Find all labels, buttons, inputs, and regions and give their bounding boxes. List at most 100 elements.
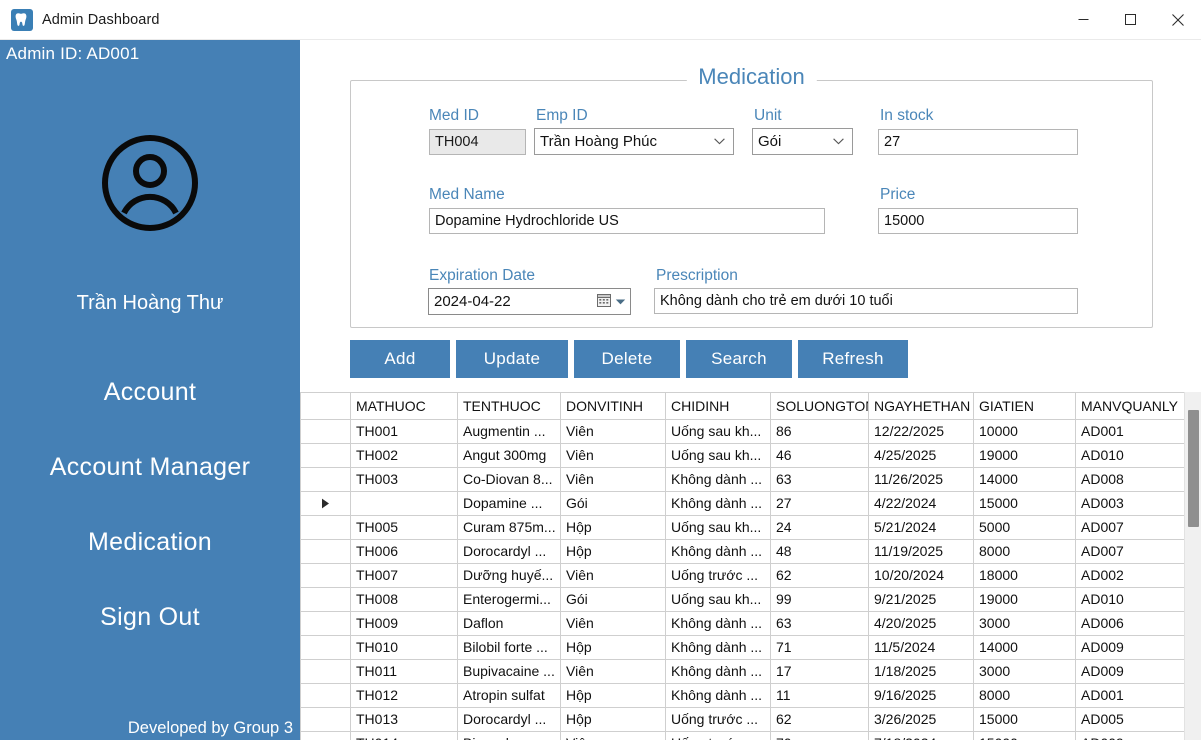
cell-soluongtonkho[interactable]: 24 bbox=[770, 515, 869, 540]
column-header-chidinh[interactable]: CHIDINH bbox=[665, 393, 771, 420]
cell-chidinh[interactable]: Uống sau kh... bbox=[665, 515, 771, 540]
cell-ngayhethan[interactable]: 4/25/2025 bbox=[868, 443, 974, 468]
cell-ngayhethan[interactable]: 11/5/2024 bbox=[868, 635, 974, 660]
table-row[interactable]: TH007 Dưỡng huyế... Viên Uống trước ... 62 10… bbox=[300, 563, 1184, 588]
cell-giatien[interactable]: 8000 bbox=[973, 539, 1076, 564]
cell-donvitinh[interactable]: Viên bbox=[560, 443, 666, 468]
in-stock-input[interactable] bbox=[878, 129, 1078, 155]
cell-tenthuoc[interactable]: Bupivacaine ... bbox=[457, 659, 561, 684]
grid-scrollbar-thumb[interactable] bbox=[1188, 410, 1199, 527]
cell-manvquanly[interactable]: AD005 bbox=[1075, 707, 1184, 732]
table-row[interactable]: TH011 Bupivacaine ... Viên Không dành ... 17… bbox=[300, 659, 1184, 684]
table-row[interactable]: TH004 Dopamine ... Gói Không dành ... 27 4/22… bbox=[300, 491, 1184, 516]
add-button[interactable]: Add bbox=[350, 340, 450, 378]
cell-chidinh[interactable]: Uống sau kh... bbox=[665, 419, 771, 444]
row-header-cell[interactable] bbox=[300, 563, 351, 588]
cell-tenthuoc[interactable]: Bilobil forte ... bbox=[457, 635, 561, 660]
table-row[interactable]: TH012 Atropin sulfat Hộp Không dành ... 11 9/… bbox=[300, 683, 1184, 708]
cell-ngayhethan[interactable]: 10/20/2024 bbox=[868, 563, 974, 588]
cell-giatien[interactable]: 3000 bbox=[973, 611, 1076, 636]
cell-manvquanly[interactable]: AD009 bbox=[1075, 731, 1184, 740]
cell-giatien[interactable]: 15000 bbox=[973, 707, 1076, 732]
cell-soluongtonkho[interactable]: 62 bbox=[770, 563, 869, 588]
cell-chidinh[interactable]: Uống trước ... bbox=[665, 731, 771, 740]
cell-donvitinh[interactable]: Hộp bbox=[560, 539, 666, 564]
cell-mathuoc[interactable]: TH009 bbox=[350, 611, 458, 636]
cell-giatien[interactable]: 5000 bbox=[973, 515, 1076, 540]
cell-ngayhethan[interactable]: 11/26/2025 bbox=[868, 467, 974, 492]
table-row[interactable]: TH014Bicanol ...ViênUống trước ...707/18… bbox=[300, 731, 1184, 740]
cell-mathuoc[interactable]: TH004 bbox=[350, 491, 458, 516]
cell-giatien[interactable]: 14000 bbox=[973, 635, 1076, 660]
cell-tenthuoc[interactable]: Dorocardyl ... bbox=[457, 707, 561, 732]
cell-chidinh[interactable]: Không dành ... bbox=[665, 491, 771, 516]
column-header-mathuoc[interactable]: MATHUOC bbox=[350, 393, 458, 420]
cell-soluongtonkho[interactable]: 70 bbox=[770, 731, 869, 740]
cell-soluongtonkho[interactable]: 63 bbox=[770, 467, 869, 492]
cell-chidinh[interactable]: Không dành ... bbox=[665, 611, 771, 636]
cell-ngayhethan[interactable]: 5/21/2024 bbox=[868, 515, 974, 540]
cell-giatien[interactable]: 15000 bbox=[973, 491, 1076, 516]
cell-soluongtonkho[interactable]: 11 bbox=[770, 683, 869, 708]
cell-manvquanly[interactable]: AD001 bbox=[1075, 419, 1184, 444]
emp-id-select[interactable]: Trần Hoàng Phúc bbox=[534, 128, 734, 155]
row-header-cell[interactable] bbox=[300, 491, 351, 516]
cell-manvquanly[interactable]: AD006 bbox=[1075, 611, 1184, 636]
cell-soluongtonkho[interactable]: 99 bbox=[770, 587, 869, 612]
cell-chidinh[interactable]: Không dành ... bbox=[665, 467, 771, 492]
table-row[interactable]: TH002 Angut 300mg Viên Uống sau kh... 46 4/25… bbox=[300, 443, 1184, 468]
prescription-input[interactable] bbox=[654, 288, 1078, 314]
cell-manvquanly[interactable]: AD003 bbox=[1075, 491, 1184, 516]
cell-manvquanly[interactable]: AD001 bbox=[1075, 683, 1184, 708]
med-name-input[interactable] bbox=[429, 208, 825, 234]
cell-manvquanly[interactable]: AD009 bbox=[1075, 659, 1184, 684]
cell-chidinh[interactable]: Không dành ... bbox=[665, 635, 771, 660]
sidebar-item-medication[interactable]: Medication bbox=[0, 505, 300, 580]
cell-chidinh[interactable]: Uống trước ... bbox=[665, 707, 771, 732]
cell-donvitinh[interactable]: Viên bbox=[560, 419, 666, 444]
cell-tenthuoc[interactable]: Enterogermi... bbox=[457, 587, 561, 612]
cell-giatien[interactable]: 19000 bbox=[973, 443, 1076, 468]
cell-donvitinh[interactable]: Gói bbox=[560, 587, 666, 612]
refresh-button[interactable]: Refresh bbox=[798, 340, 908, 378]
cell-soluongtonkho[interactable]: 71 bbox=[770, 635, 869, 660]
cell-mathuoc[interactable]: TH003 bbox=[350, 467, 458, 492]
cell-tenthuoc[interactable]: Co-Diovan 8... bbox=[457, 467, 561, 492]
cell-chidinh[interactable]: Uống trước ... bbox=[665, 563, 771, 588]
expiration-date-picker[interactable]: 2024-04-22 bbox=[428, 288, 631, 315]
update-button[interactable]: Update bbox=[456, 340, 568, 378]
cell-manvquanly[interactable]: AD008 bbox=[1075, 467, 1184, 492]
chevron-down-icon[interactable] bbox=[615, 293, 626, 310]
cell-donvitinh[interactable]: Viên bbox=[560, 467, 666, 492]
cell-mathuoc[interactable]: TH010 bbox=[350, 635, 458, 660]
row-header-cell[interactable] bbox=[300, 635, 351, 660]
cell-tenthuoc[interactable]: Augmentin ... bbox=[457, 419, 561, 444]
cell-ngayhethan[interactable]: 12/22/2025 bbox=[868, 419, 974, 444]
minimize-button[interactable] bbox=[1060, 0, 1107, 40]
cell-ngayhethan[interactable]: 4/22/2024 bbox=[868, 491, 974, 516]
cell-chidinh[interactable]: Không dành ... bbox=[665, 539, 771, 564]
cell-donvitinh[interactable]: Viên bbox=[560, 731, 666, 740]
cell-giatien[interactable]: 14000 bbox=[973, 467, 1076, 492]
cell-donvitinh[interactable]: Viên bbox=[560, 563, 666, 588]
cell-giatien[interactable]: 19000 bbox=[973, 587, 1076, 612]
cell-soluongtonkho[interactable]: 48 bbox=[770, 539, 869, 564]
cell-manvquanly[interactable]: AD007 bbox=[1075, 539, 1184, 564]
cell-soluongtonkho[interactable]: 46 bbox=[770, 443, 869, 468]
grid-vertical-scrollbar[interactable] bbox=[1184, 392, 1201, 740]
cell-giatien[interactable]: 15000 bbox=[973, 731, 1076, 740]
row-header-cell[interactable] bbox=[300, 731, 351, 740]
cell-soluongtonkho[interactable]: 86 bbox=[770, 419, 869, 444]
cell-ngayhethan[interactable]: 3/26/2025 bbox=[868, 707, 974, 732]
cell-mathuoc[interactable]: TH014 bbox=[350, 731, 458, 740]
cell-tenthuoc[interactable]: Curam 875m... bbox=[457, 515, 561, 540]
cell-manvquanly[interactable]: AD002 bbox=[1075, 563, 1184, 588]
table-row[interactable]: TH001 Augmentin ... Viên Uống sau kh... 86 12… bbox=[300, 419, 1184, 444]
medication-data-grid[interactable]: MATHUOC TENTHUOC DONVITINH CHIDINH SOLUO… bbox=[300, 392, 1201, 740]
cell-manvquanly[interactable]: AD010 bbox=[1075, 587, 1184, 612]
cell-donvitinh[interactable]: Hộp bbox=[560, 515, 666, 540]
row-header-cell[interactable] bbox=[300, 587, 351, 612]
row-header-corner[interactable] bbox=[300, 393, 351, 420]
cell-mathuoc[interactable]: TH006 bbox=[350, 539, 458, 564]
cell-tenthuoc[interactable]: Dưỡng huyế... bbox=[457, 563, 561, 588]
